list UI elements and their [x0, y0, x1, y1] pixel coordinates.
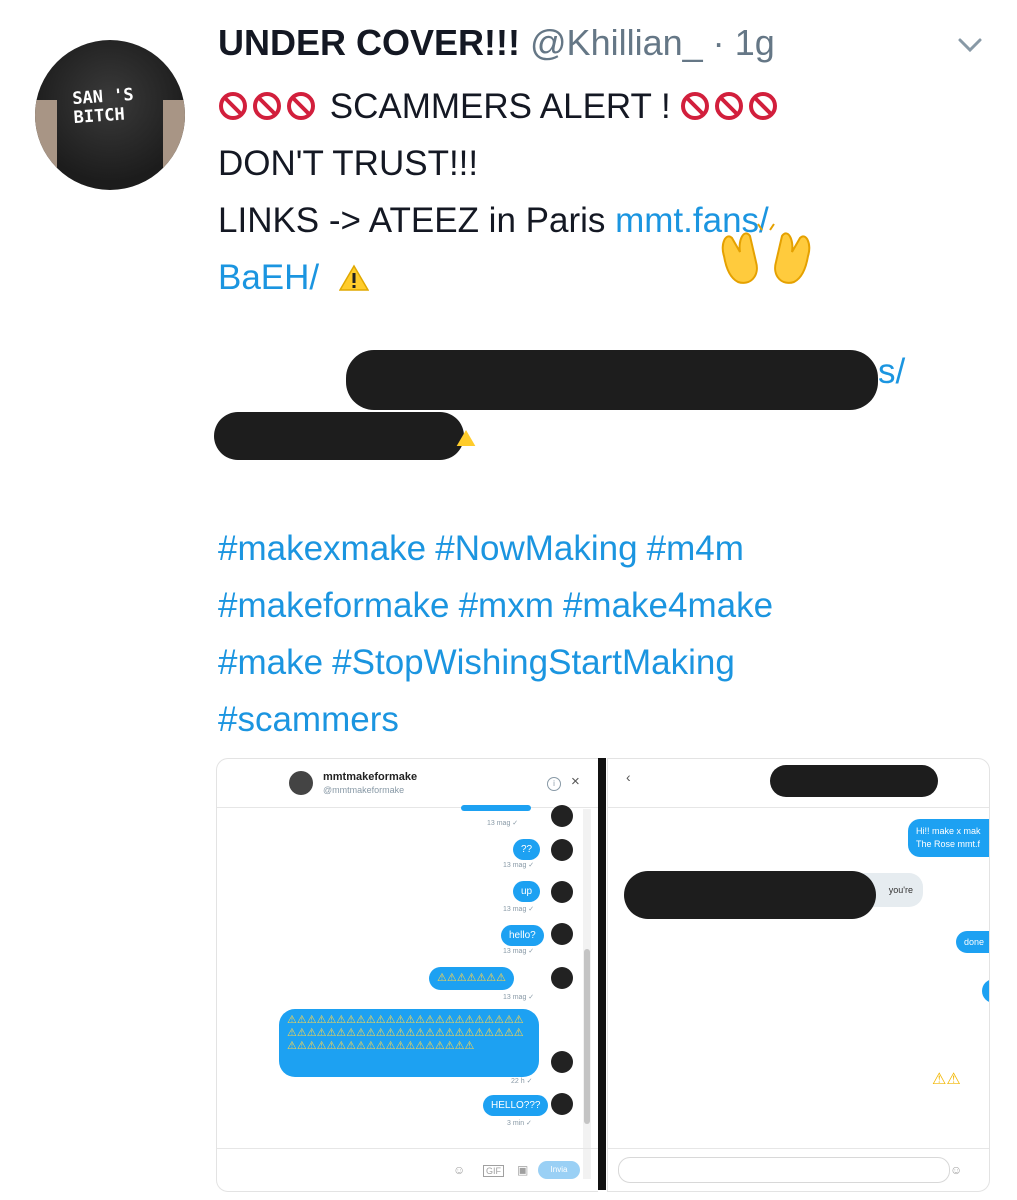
raised-hands-icon [721, 223, 811, 284]
emoji-icon[interactable]: ☺ [950, 1163, 962, 1177]
warning-icons: ⚠⚠ [932, 1071, 961, 1088]
display-name[interactable]: UNDER COVER!!! [218, 22, 520, 63]
hashtags: #makexmake #NowMaking #m4m #makeformake #mx… [218, 520, 782, 748]
prohibited-icon [287, 92, 315, 120]
prohibited-icon [681, 92, 710, 120]
handle[interactable]: @Khillian_ [530, 22, 703, 63]
sender-avatar [551, 923, 573, 945]
warning-icon [338, 264, 369, 291]
message-stamp: 13 mag ✓ [503, 906, 535, 913]
hashtag[interactable]: #make [218, 643, 323, 682]
message-line: The Rose mmt.f [916, 839, 981, 849]
links-line-2: BaEH/ [218, 249, 978, 306]
dm-name: mmtmakeformake [323, 771, 418, 783]
prohibited-icon [715, 92, 744, 120]
hashtag[interactable]: #makexmake [218, 529, 426, 568]
message-bubble: done [956, 931, 989, 953]
message-composer[interactable]: ☺ [608, 1148, 989, 1191]
sender-avatar [551, 1051, 573, 1073]
hashtag[interactable]: #m4m [647, 529, 744, 568]
close-icon: × [571, 773, 580, 790]
hashtag[interactable]: #mxm [459, 586, 554, 625]
message-bubble: Hi!! make x mak The Rose mmt.f [908, 819, 989, 857]
hashtag[interactable]: #NowMaking [435, 529, 637, 568]
message-stamp: 3 min ✓ [507, 1120, 532, 1127]
redacted-link-fragment[interactable]: s/ [878, 352, 905, 392]
message-bubble: ⚠⚠⚠⚠⚠⚠⚠⚠⚠⚠⚠⚠⚠⚠⚠⚠⚠⚠⚠⚠⚠⚠⚠⚠⚠⚠⚠⚠⚠⚠⚠⚠⚠⚠⚠⚠⚠⚠⚠⚠… [279, 1009, 539, 1077]
message-stamp: 22 h ✓ [511, 1078, 533, 1085]
hashtag[interactable]: #StopWishingStartMaking [332, 643, 735, 682]
message-bubble [461, 805, 531, 811]
hashtag[interactable]: #makeformake [218, 586, 449, 625]
avatar-sleeve [163, 100, 185, 190]
avatar-sleeve [35, 100, 57, 190]
message-composer[interactable]: ☺ GIF ▣ Invia [217, 1148, 598, 1191]
sender-avatar [551, 839, 573, 861]
sender-avatar [551, 881, 573, 903]
redaction-bar [770, 765, 938, 797]
avatar[interactable]: SAN 'S BITCH [35, 40, 185, 190]
dm-username: @mmtmakeformake [323, 785, 405, 795]
hashtag[interactable]: #make4make [563, 586, 773, 625]
chevron-down-icon[interactable] [957, 36, 983, 54]
redaction-bar [214, 412, 464, 460]
dm-avatar [289, 771, 313, 795]
message-bubble: ⚠⚠⚠⚠⚠⚠⚠ [429, 967, 515, 990]
message-stamp: 13 mag ✓ [503, 862, 535, 869]
redaction-bar [624, 871, 876, 919]
scrollbar [583, 809, 591, 1179]
message-line: Hi!! make x mak [916, 826, 981, 836]
image-divider [598, 758, 606, 1190]
scam-link-cont[interactable]: BaEH/ [218, 258, 319, 297]
sender-avatar [551, 1093, 573, 1115]
prohibited-icon [749, 92, 778, 120]
warning-icon [456, 430, 476, 446]
prohibited-icon [253, 92, 281, 120]
hashtag[interactable]: #scammers [218, 700, 399, 739]
message-input[interactable] [618, 1157, 950, 1183]
emoji-icon[interactable]: ☺ [453, 1163, 465, 1177]
message-bubble: HELLO??? [483, 1095, 549, 1116]
message-bubble: up [513, 881, 541, 902]
links-prefix: LINKS -> ATEEZ in Paris [218, 201, 616, 240]
message-stamp: 13 mag ✓ [503, 994, 535, 1001]
links-line: LINKS -> ATEEZ in Paris mmt.fans/ [218, 192, 978, 249]
message-bubble: hello? [501, 925, 544, 946]
alert-text: SCAMMERS ALERT ! [320, 87, 681, 126]
attached-image-right[interactable]: ‹ Hi!! make x mak The Rose mmt.f you're … [607, 758, 990, 1192]
image-icon[interactable]: ▣ [517, 1163, 528, 1177]
dm-header: mmtmakeformake @mmtmakeformake i × [217, 759, 598, 808]
gif-icon[interactable]: GIF [483, 1165, 504, 1177]
tweet-text: SCAMMERS ALERT ! DON'T TRUST!!! LINKS ->… [218, 78, 978, 306]
sender-avatar [551, 805, 573, 827]
message-bubble [982, 979, 989, 1003]
prohibited-icon [219, 92, 247, 120]
message-stamp: 13 mag ✓ [487, 820, 519, 827]
shirt-line: BITCH [73, 104, 126, 129]
scrollbar-thumb [584, 949, 590, 1124]
timestamp[interactable]: 1g [735, 22, 775, 63]
send-button[interactable]: Invia [538, 1161, 580, 1179]
message-stamp: 13 mag ✓ [503, 948, 535, 955]
back-icon: ‹ [626, 769, 631, 785]
dont-trust-line: DON'T TRUST!!! [218, 144, 479, 183]
sender-avatar [551, 967, 573, 989]
avatar-shirt-text: SAN 'S BITCH [72, 85, 136, 129]
info-icon: i [547, 777, 561, 791]
header-divider [608, 807, 989, 808]
tweet-header: UNDER COVER!!! @Khillian_ · 1g [218, 22, 775, 64]
separator: · [712, 22, 725, 63]
redaction-bar [346, 350, 878, 410]
attached-image-left[interactable]: mmtmakeformake @mmtmakeformake i × 13 ma… [216, 758, 598, 1192]
message-bubble: ?? [513, 839, 541, 860]
alert-line: SCAMMERS ALERT ! [218, 78, 978, 135]
